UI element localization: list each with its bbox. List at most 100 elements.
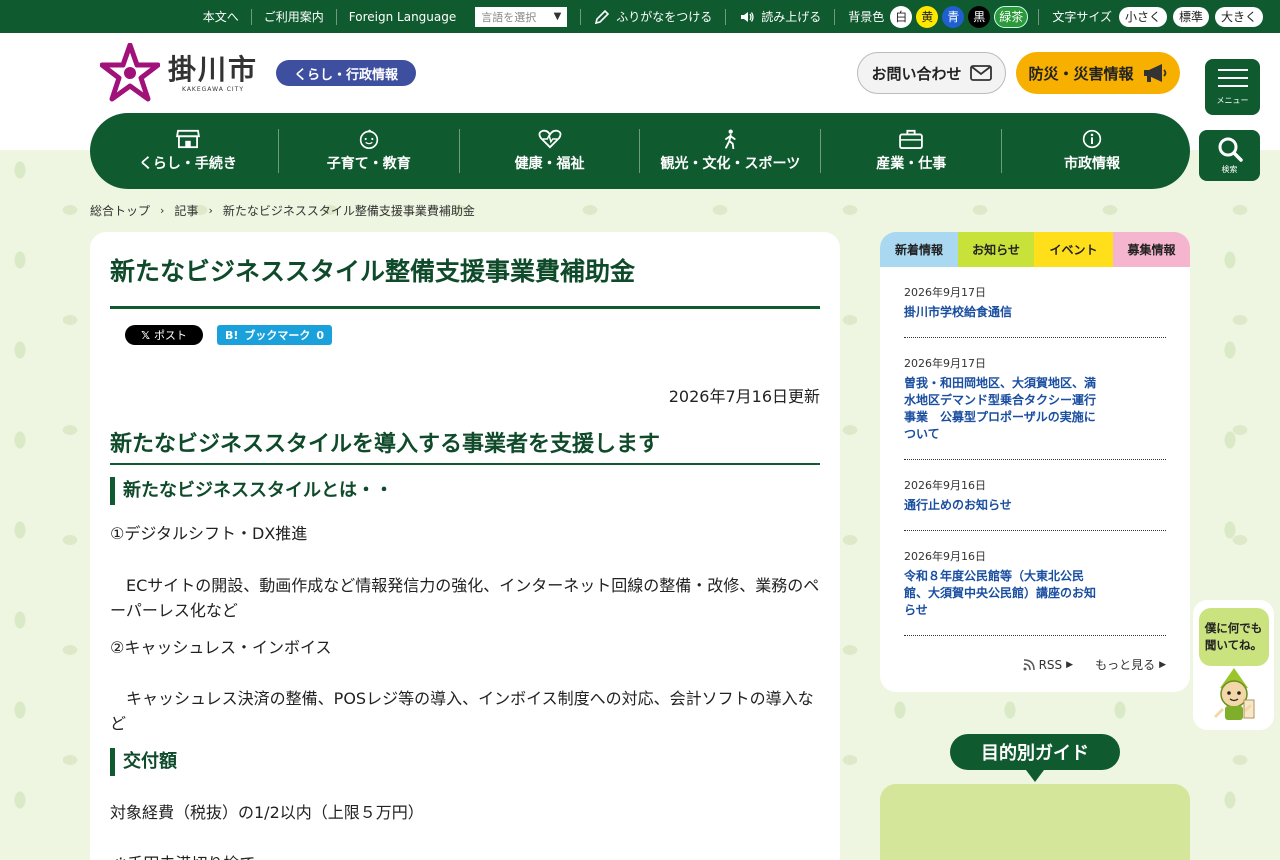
updated-date: 2026年7月16日更新 (668, 387, 820, 406)
pencil-icon (595, 9, 610, 24)
triangle-down-icon (1026, 770, 1044, 782)
nav-item-childcare[interactable]: 子育て・教育 (279, 129, 460, 173)
more-label: もっと見る (1095, 658, 1156, 672)
disaster-info-button[interactable]: 防災・災害情報 (1016, 52, 1180, 94)
news-link[interactable]: 令和８年度公民館等（大東北公民館、大須賀中央公民館）講座のお知らせ (904, 568, 1104, 619)
page-title: 新たなビジネススタイル整備支援事業費補助金 (110, 256, 820, 309)
font-small-button[interactable]: 小さく (1118, 6, 1167, 27)
section-heading-amount: 交付額 (110, 748, 820, 776)
search-button[interactable]: 検索 (1199, 130, 1260, 181)
rss-link[interactable]: RSS ▶ (1023, 656, 1073, 673)
nav-label: 市政情報 (1064, 156, 1121, 172)
baby-face-icon (359, 129, 378, 149)
breadcrumb: 総合トップ › 記事 › 新たなビジネススタイル整備支援事業費補助金 (90, 202, 475, 219)
site-logo[interactable]: 掛川市 KAKEGAWA CITY (100, 43, 260, 103)
skip-to-content-link[interactable]: 本文へ (194, 8, 248, 25)
news-date: 2026年9月17日 (904, 357, 986, 370)
hatena-b-icon: B! (224, 328, 239, 342)
contact-button[interactable]: お問い合わせ (857, 52, 1006, 94)
news-tabs: 新着情報 お知らせ イベント 募集情報 (880, 232, 1190, 267)
mascot-line-2: 聞いてね。 (1204, 638, 1263, 652)
furigana-label: ふりがなをつける (616, 10, 713, 24)
x-post-label: ポスト (153, 329, 187, 342)
chevron-down-icon: ▼ (553, 11, 562, 22)
divider (580, 8, 582, 25)
tab-events[interactable]: イベント (1034, 232, 1113, 267)
news-link[interactable]: 通行止めのお知らせ (904, 497, 1104, 514)
news-link[interactable]: 曽我・和田岡地区、大須賀地区、満水地区デマンド型乗合タクシー運行事業 公募型プロ… (904, 375, 1104, 443)
bg-green-tea-button[interactable]: 緑茶 (994, 5, 1029, 28)
chevron-right-icon: › (208, 204, 213, 217)
tab-notices[interactable]: お知らせ (958, 232, 1034, 267)
amount-text: 対象経費（税抜）の1/2以内（上限５万円） (110, 803, 424, 822)
nav-item-health[interactable]: 健康・福祉 (460, 129, 641, 173)
news-footer: RSS ▶ もっと見る ▶ (1023, 656, 1166, 673)
language-select[interactable]: 言語を選択 ▼ (475, 6, 568, 27)
rss-icon (1023, 658, 1035, 670)
tab-recruitment[interactable]: 募集情報 (1113, 232, 1190, 267)
nav-item-tourism[interactable]: 観光・文化・スポーツ (640, 129, 822, 173)
item1-description: ECサイトの開設、動画作成など情報発信力の強化、インターネット回線の整備・改修、… (110, 576, 820, 620)
foreign-language-link[interactable]: Foreign Language (340, 10, 465, 24)
nav-item-living[interactable]: くらし・手続き (98, 129, 279, 173)
item1-title: ①デジタルシフト・DX推進 (110, 524, 308, 543)
background-color-label: 背景色 (848, 10, 885, 24)
nav-label: 子育て・教育 (326, 156, 411, 172)
divider (1038, 8, 1040, 25)
mail-icon (969, 65, 992, 81)
hamburger-icon (1217, 68, 1248, 71)
x-post-button[interactable]: 𝕏 ポスト (125, 325, 203, 345)
list-item: 2026年9月16日 令和８年度公民館等（大東北公民館、大須賀中央公民館）講座の… (904, 531, 1166, 636)
nav-label: くらし・手続き (138, 156, 237, 172)
news-date: 2026年9月16日 (904, 550, 986, 563)
nav-label: 健康・福祉 (514, 156, 585, 172)
nav-item-industry[interactable]: 産業・仕事 (821, 129, 1003, 173)
tab-new-info[interactable]: 新着情報 (880, 232, 958, 267)
logo-name: 掛川市 (168, 52, 259, 86)
news-list: 2026年9月17日 掛川市学校給食通信 2026年9月17日 曽我・和田岡地区… (880, 267, 1190, 636)
logo-subtitle: KAKEGAWA CITY (182, 85, 244, 93)
heart-pulse-icon (538, 129, 562, 149)
news-link[interactable]: 掛川市学校給食通信 (904, 304, 1104, 321)
usage-guide-link[interactable]: ご利用案内 (255, 8, 333, 25)
nav-item-city-admin[interactable]: 市政情報 (1002, 129, 1182, 173)
breadcrumb-link-articles[interactable]: 記事 (174, 202, 198, 219)
menu-button[interactable]: メニュー (1205, 59, 1260, 115)
utility-bar: 本文へ ご利用案内 Foreign Language 言語を選択 ▼ ふりがなを… (0, 0, 1280, 33)
section-heading-main: 新たなビジネススタイルを導入する事業者を支援します (110, 431, 820, 465)
shop-icon (175, 129, 200, 149)
item2-title: ②キャッシュレス・インボイス (110, 638, 332, 657)
read-aloud-button[interactable]: 読み上げる (729, 8, 831, 25)
bg-white-button[interactable]: 白 (890, 5, 913, 28)
furigana-button[interactable]: ふりがなをつける (584, 8, 722, 25)
article-body: 新たなビジネススタイル整備支援事業費補助金 𝕏 ポスト B! ブックマーク 0 … (90, 232, 840, 860)
speaker-icon (741, 11, 754, 22)
bg-blue-button[interactable]: 青 (942, 5, 965, 28)
disaster-label: 防災・災害情報 (1028, 64, 1134, 83)
hatena-bookmark-button[interactable]: B! ブックマーク 0 (217, 325, 332, 345)
divider (725, 8, 727, 25)
purpose-guide-panel (880, 784, 1190, 860)
more-link[interactable]: もっと見る ▶ (1095, 656, 1166, 673)
font-large-button[interactable]: 大きく (1214, 6, 1263, 27)
share-buttons: 𝕏 ポスト B! ブックマーク 0 (125, 325, 820, 345)
divider (335, 8, 337, 25)
megaphone-icon (1143, 64, 1166, 82)
caret-right-icon: ▶ (1159, 659, 1166, 670)
purpose-guide-heading: 目的別ガイド (950, 734, 1120, 770)
mascot-chat-button[interactable]: 僕に何でも 聞いてね。 (1193, 600, 1274, 730)
search-label: 検索 (1221, 165, 1238, 174)
bg-black-button[interactable]: 黒 (968, 5, 991, 28)
global-nav: くらし・手続き 子育て・教育 健康・福祉 観光・文化・スポーツ 産業・仕事 市政… (90, 113, 1190, 189)
contact-label: お問い合わせ (871, 64, 962, 83)
nav-label: 観光・文化・スポーツ (660, 156, 801, 172)
font-standard-button[interactable]: 標準 (1172, 6, 1209, 27)
bg-yellow-button[interactable]: 黄 (916, 5, 939, 28)
news-panel: 新着情報 お知らせ イベント 募集情報 2026年9月17日 掛川市学校給食通信… (880, 232, 1190, 692)
hatena-count: 0 (316, 328, 325, 342)
news-date: 2026年9月16日 (904, 479, 986, 492)
mascot-speech-bubble: 僕に何でも 聞いてね。 (1198, 608, 1269, 666)
section-heading-what: 新たなビジネススタイルとは・・ (110, 477, 820, 505)
breadcrumb-link-top[interactable]: 総合トップ (90, 202, 150, 219)
amount-note: ※千円未満切り捨て (110, 851, 820, 860)
